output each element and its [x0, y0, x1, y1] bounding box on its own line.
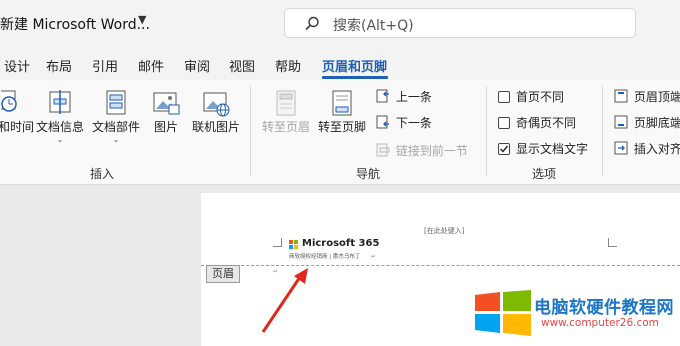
microsoft-logo-icon: [289, 240, 299, 250]
prev-section-button[interactable]: 上一条: [376, 88, 432, 105]
nav-group-label: 导航: [356, 167, 381, 181]
previous-icon: [376, 89, 389, 103]
options-group-label: 选项: [532, 167, 557, 181]
watermark-title: 电脑软硬件教程网: [534, 298, 674, 318]
footer-bottom-icon: [614, 115, 628, 129]
goto-header-icon: [276, 90, 296, 116]
picture-icon: [153, 92, 180, 115]
align-tab-icon: [614, 141, 628, 155]
title-bar: 新建 Microsoft Word... ▼ 搜索(Alt+Q): [0, 0, 680, 46]
tab-references[interactable]: 引用: [92, 56, 118, 75]
active-tab-indicator: [322, 76, 388, 79]
ribbon-separator: [250, 86, 251, 176]
tab-design[interactable]: 设计: [4, 56, 30, 75]
next-icon: [376, 115, 389, 129]
show-document-text-checkbox[interactable]: [498, 143, 510, 155]
crop-mark: [608, 238, 617, 247]
insert-align-label: 插入对齐: [633, 142, 680, 156]
quick-parts-chevron-icon: ⌄: [112, 135, 120, 144]
goto-header-label: 转至页眉: [261, 120, 310, 134]
search-icon: [305, 16, 319, 31]
link-to-previous-button[interactable]: 链接到前一节: [376, 142, 468, 159]
goto-footer-label: 转至页脚: [317, 120, 366, 134]
online-picture-icon: [203, 92, 230, 117]
quick-parts-label: 文档部件: [91, 120, 140, 134]
tab-review[interactable]: 审阅: [184, 56, 210, 75]
footer-from-bottom-button[interactable]: 页脚底端: [614, 114, 680, 131]
red-arrow-annotation: [261, 268, 308, 333]
header-tag: 页眉: [206, 265, 240, 283]
goto-footer-icon: [332, 90, 352, 116]
link-icon: [376, 143, 390, 157]
doc-info-chevron-icon: ⌄: [56, 135, 64, 144]
paragraph-mark: ↵: [371, 253, 377, 260]
goto-header-button[interactable]: 转至页眉: [258, 88, 314, 135]
tab-header-footer[interactable]: 页眉和页脚: [322, 56, 387, 75]
date-time-button[interactable]: 和时间: [0, 88, 34, 135]
doc-info-label: 文档信息: [35, 120, 84, 134]
chevron-down-icon[interactable]: ▼: [138, 13, 146, 26]
quick-parts-button[interactable]: 文档部件 ⌄: [90, 88, 142, 144]
insert-alignment-tab-button[interactable]: 插入对齐: [614, 140, 680, 157]
calendar-clock-icon: [1, 90, 17, 112]
windows-logo-icon: [475, 290, 531, 336]
next-section-button[interactable]: 下一条: [376, 114, 432, 131]
prev-label: 上一条: [395, 90, 432, 104]
different-first-page-label: 首页不同: [516, 90, 565, 104]
ribbon-tabs: 设计 布局 引用 邮件 审阅 视图 帮助 页眉和页脚: [0, 46, 680, 80]
header-top-label: 页眉顶端: [633, 90, 680, 104]
insert-group-label: 插入: [90, 167, 115, 181]
header-from-top-button[interactable]: 页眉顶端: [614, 88, 680, 105]
ribbon-separator: [602, 86, 603, 176]
brand-subtitle: 商软授权经销商 | 惠杰乌布丁: [289, 254, 361, 260]
online-pictures-label: 联机图片: [191, 120, 240, 134]
tab-view[interactable]: 视图: [229, 56, 255, 75]
checkmark-icon: [500, 145, 509, 153]
goto-footer-button[interactable]: 转至页脚: [314, 88, 370, 135]
different-first-page-checkbox[interactable]: [498, 91, 510, 103]
pictures-button[interactable]: 图片: [148, 88, 184, 135]
ribbon-separator: [486, 86, 487, 176]
watermark-url: www.computer26.com: [541, 317, 659, 329]
next-label: 下一条: [395, 116, 432, 130]
different-odd-even-label: 奇偶页不同: [516, 116, 577, 130]
search-placeholder: 搜索(Alt+Q): [333, 18, 414, 34]
tab-mailings[interactable]: 邮件: [138, 56, 164, 75]
quick-parts-icon: [106, 90, 126, 115]
search-box[interactable]: 搜索(Alt+Q): [284, 8, 636, 38]
doc-info-button[interactable]: 文档信息 ⌄: [34, 88, 86, 144]
online-pictures-button[interactable]: 联机图片: [190, 88, 242, 135]
link-prev-label: 链接到前一节: [395, 144, 468, 158]
header-top-icon: [614, 89, 628, 103]
tab-layout[interactable]: 布局: [46, 56, 72, 75]
footer-bottom-label: 页脚底端: [633, 116, 680, 130]
brand-name: Microsoft 365: [302, 238, 380, 249]
show-document-text-label: 显示文档文字: [516, 142, 589, 156]
crop-mark: [273, 238, 282, 247]
doc-info-icon: [49, 90, 71, 114]
pictures-label: 图片: [153, 120, 178, 134]
different-odd-even-checkbox[interactable]: [498, 117, 510, 129]
tab-help[interactable]: 帮助: [275, 56, 301, 75]
date-time-label: 和时间: [0, 120, 35, 134]
header-placeholder-text[interactable]: [在此处键入]: [424, 226, 464, 236]
document-title[interactable]: 新建 Microsoft Word...: [0, 14, 150, 34]
